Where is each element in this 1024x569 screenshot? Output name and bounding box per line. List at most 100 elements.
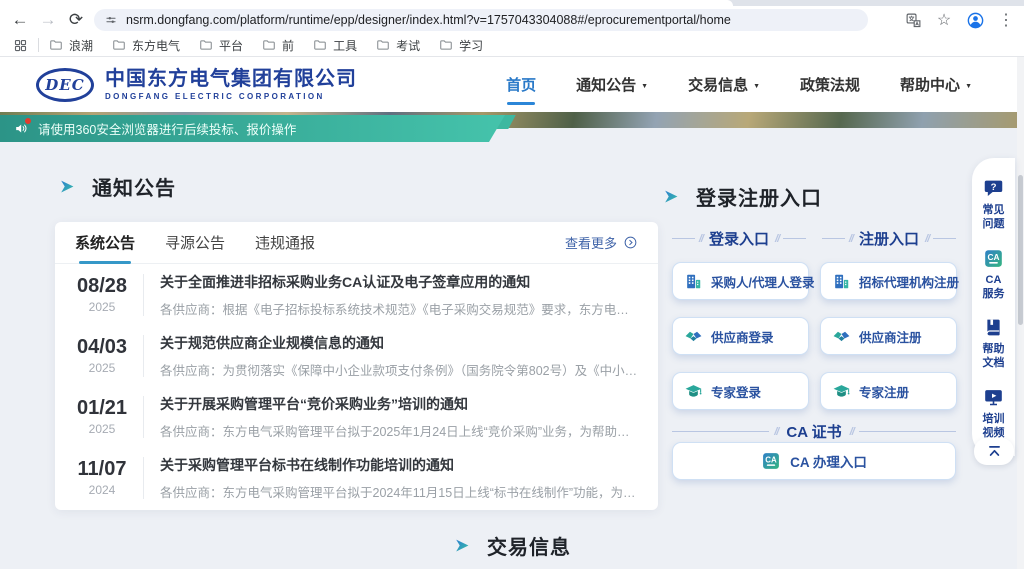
- announcement-year: 2024: [73, 483, 131, 497]
- company-name-cn: 中国东方电气集团有限公司: [105, 68, 357, 90]
- announcement-title[interactable]: 关于规范供应商企业规模信息的通知: [160, 333, 640, 353]
- folder-icon: [112, 38, 126, 52]
- building-icon: [832, 272, 851, 291]
- handshake-icon: [832, 327, 851, 346]
- expert-register-button[interactable]: 专家注册: [820, 372, 957, 410]
- section-arrow-icon: [453, 536, 472, 555]
- tab-violation-reports[interactable]: 违规通报: [255, 232, 315, 253]
- bookmark-folder[interactable]: 前: [262, 37, 294, 54]
- bookmark-folder[interactable]: 平台: [199, 37, 243, 54]
- divider: [143, 274, 144, 316]
- handshake-icon: [684, 327, 703, 346]
- question-bubble-icon: [983, 178, 1004, 199]
- announcement-row[interactable]: 11/07 2024 关于采购管理平台标书在线制作功能培训的通知 各供应商：东方…: [55, 447, 658, 508]
- section-arrow-icon: [662, 187, 681, 206]
- bookmark-folder[interactable]: 学习: [439, 37, 483, 54]
- dec-oval-logo: DEC: [36, 68, 94, 102]
- apps-grid-icon[interactable]: [8, 33, 32, 57]
- nav-policies[interactable]: 政策法规: [800, 74, 860, 95]
- bookmark-folder[interactable]: 浪潮: [49, 37, 93, 54]
- back-to-top-button[interactable]: [974, 438, 1014, 465]
- browser-window: ← → ⟳ nsrm.dongfang.com/platform/runtime…: [0, 0, 1024, 569]
- divider: [38, 38, 39, 52]
- ca-service-shortcut[interactable]: CA服务: [981, 240, 1007, 310]
- announcement-date: 11/07: [73, 458, 131, 481]
- ca-apply-entry-button[interactable]: CA 办理入口: [672, 442, 956, 480]
- section-title: 登录注册入口: [696, 182, 822, 211]
- profile-avatar-icon[interactable]: [963, 8, 987, 32]
- announcement-row[interactable]: 04/03 2025 关于规范供应商企业规模信息的通知 各供应商：为贯彻落实《保…: [55, 325, 658, 386]
- announcement-title[interactable]: 关于全面推进非招标采购业务CA认证及电子签章应用的通知: [160, 272, 640, 292]
- bookmark-folder[interactable]: 考试: [376, 37, 420, 54]
- section-title: 通知公告: [92, 172, 176, 201]
- faq-shortcut[interactable]: 常见问题: [981, 170, 1007, 240]
- tab-sourcing-announcements[interactable]: 寻源公告: [165, 232, 225, 253]
- announcement-year: 2025: [73, 300, 131, 314]
- announcement-summary: 各供应商：为贯彻落实《保障中小企业款项支付条例》（国务院令第802号）及《中小企…: [160, 360, 640, 379]
- announcement-summary: 各供应商：东方电气采购管理平台拟于2024年11月15日上线“标书在线制作”功能…: [160, 482, 640, 501]
- announcements-section-header: 通知公告: [58, 172, 176, 201]
- company-logo[interactable]: DEC 中国东方电气集团有限公司 DONGFANG ELECTRIC CORPO…: [36, 68, 357, 102]
- register-group-label: // 注册入口 //: [822, 228, 956, 249]
- site-settings-icon[interactable]: [104, 13, 118, 27]
- site-header: DEC 中国东方电气集团有限公司 DONGFANG ELECTRIC CORPO…: [0, 57, 1024, 112]
- announcement-row[interactable]: 01/21 2025 关于开展采购管理平台“竞价采购业务”培训的通知 各供应商：…: [55, 386, 658, 447]
- announcement-year: 2025: [73, 422, 131, 436]
- divider: [143, 396, 144, 438]
- announcement-date: 04/03: [73, 336, 131, 359]
- back-to-top-icon: [986, 443, 1003, 460]
- announcement-date: 01/21: [73, 397, 131, 420]
- menu-dots-icon[interactable]: ⋮: [994, 8, 1018, 32]
- circle-arrow-icon: [623, 235, 638, 250]
- bookmark-folder[interactable]: 东方电气: [112, 37, 180, 54]
- address-bar[interactable]: nsrm.dongfang.com/platform/runtime/epp/d…: [94, 9, 868, 31]
- folder-icon: [262, 38, 276, 52]
- scrollbar-thumb[interactable]: [1018, 175, 1023, 325]
- folder-icon: [49, 38, 63, 52]
- folder-icon: [376, 38, 390, 52]
- tab-system-announcements[interactable]: 系统公告: [75, 232, 135, 253]
- register-buttons-column: 招标代理机构注册 供应商注册 专家注册: [820, 262, 957, 410]
- nav-trade-info[interactable]: 交易信息: [688, 74, 760, 95]
- bookmarks-bar: 浪潮 东方电气 平台 前 工具 考试 学习: [0, 34, 1024, 57]
- company-name-en: DONGFANG ELECTRIC CORPORATION: [105, 92, 357, 101]
- bookmark-star-icon[interactable]: ☆: [932, 8, 956, 32]
- notice-ticker-text: 请使用360安全浏览器进行后续投标、报价操作: [38, 119, 296, 138]
- bidding-agency-register-button[interactable]: 招标代理机构注册: [820, 262, 957, 300]
- translate-icon[interactable]: [901, 8, 925, 32]
- divider: [143, 457, 144, 499]
- supplier-register-button[interactable]: 供应商注册: [820, 317, 957, 355]
- login-register-section-header: 登录注册入口: [662, 182, 822, 211]
- building-icon: [684, 272, 703, 291]
- ca-badge-icon: [983, 248, 1004, 269]
- nav-home[interactable]: 首页: [506, 74, 536, 95]
- announcement-title[interactable]: 关于开展采购管理平台“竞价采购业务”培训的通知: [160, 394, 640, 414]
- reload-button[interactable]: ⟳: [62, 8, 90, 32]
- announcement-row[interactable]: 08/28 2025 关于全面推进非招标采购业务CA认证及电子签章应用的通知 各…: [55, 264, 658, 325]
- login-group-label: // 登录入口 //: [672, 228, 806, 249]
- announcement-year: 2025: [73, 361, 131, 375]
- login-buttons-column: 采购人/代理人登录 供应商登录 专家登录: [672, 262, 809, 410]
- speaker-icon: [14, 121, 29, 136]
- view-more-link[interactable]: 查看更多: [565, 233, 638, 252]
- help-doc-shortcut[interactable]: 帮助文档: [981, 309, 1007, 379]
- notification-dot: [25, 118, 31, 124]
- nav-announcements[interactable]: 通知公告: [576, 74, 648, 95]
- announcement-summary: 各供应商：根据《电子招标投标系统技术规范》《电子采购交易规范》要求，东方电气采购…: [160, 299, 640, 318]
- bookmark-folder[interactable]: 工具: [313, 37, 357, 54]
- quick-access-sidebar: 常见问题 CA服务 帮助文档 培训视频: [972, 158, 1015, 456]
- main-nav: 首页 通知公告 交易信息 政策法规 帮助中心: [506, 74, 972, 95]
- nav-help-center[interactable]: 帮助中心: [900, 74, 972, 95]
- url-text[interactable]: nsrm.dongfang.com/platform/runtime/epp/d…: [126, 13, 731, 27]
- announcement-title[interactable]: 关于采购管理平台标书在线制作功能培训的通知: [160, 455, 640, 475]
- graduation-cap-icon: [832, 382, 851, 401]
- expert-login-button[interactable]: 专家登录: [672, 372, 809, 410]
- ca-certificate-group-label: // CA 证书 //: [672, 421, 956, 442]
- supplier-login-button[interactable]: 供应商登录: [672, 317, 809, 355]
- divider: [143, 335, 144, 377]
- forward-button[interactable]: →: [34, 8, 62, 32]
- purchaser-agent-login-button[interactable]: 采购人/代理人登录: [672, 262, 809, 300]
- notice-ticker-bar: 请使用360安全浏览器进行后续投标、报价操作: [0, 115, 505, 142]
- back-button[interactable]: ←: [6, 8, 34, 32]
- ca-badge-icon: [761, 451, 781, 471]
